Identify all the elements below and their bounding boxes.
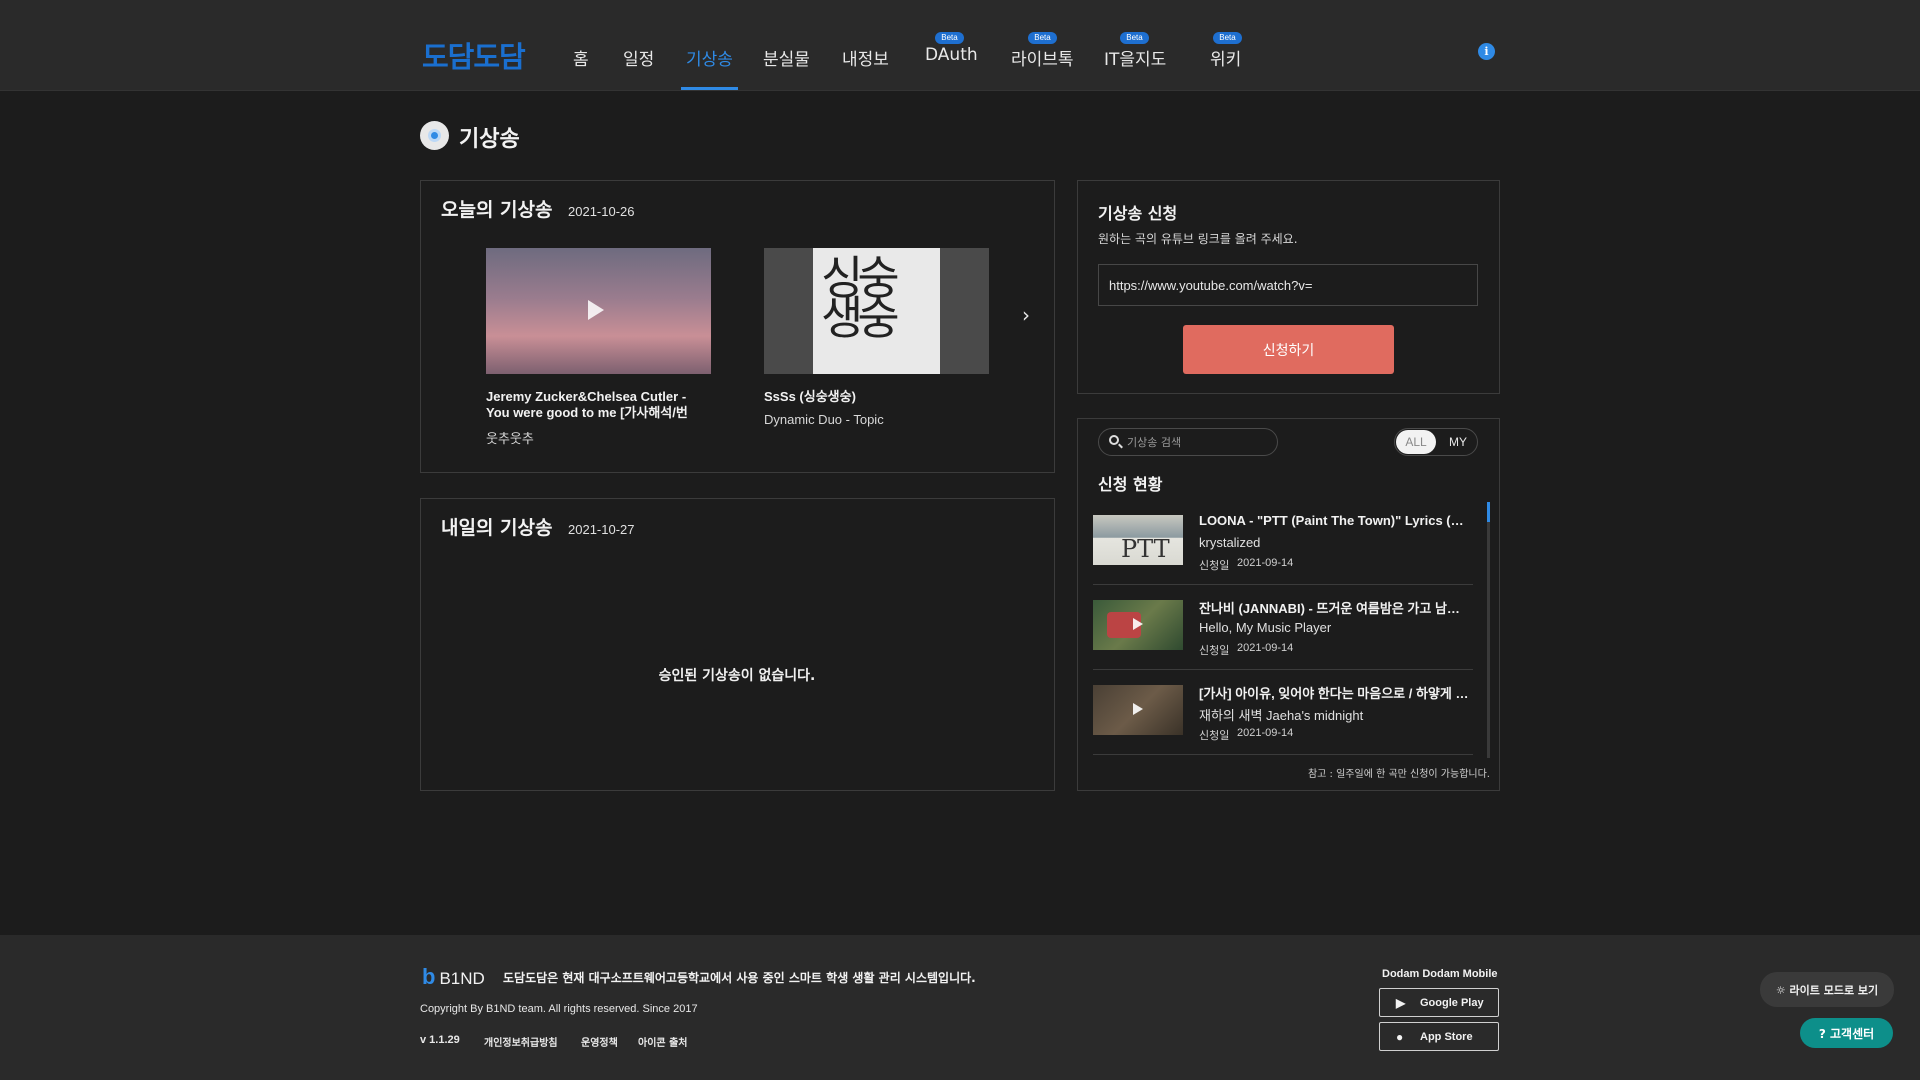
request-note: 참고 : 일주일에 한 곡만 신청이 가능합니다. [1307,769,1490,780]
item-date-label: 신청일 [1199,559,1230,572]
today-heading: 오늘의 기상송 [441,199,553,221]
logo[interactable]: 도담도담 [422,34,526,76]
play-icon [1133,703,1143,715]
beta-badge: Beta [1120,32,1149,44]
nav-live-talk[interactable]: 라이브톡 [1011,45,1074,70]
nav-dauth[interactable]: DAuth [925,45,978,65]
filter-toggle: ALL MY [1394,428,1478,456]
item-date-label: 신청일 [1199,644,1230,657]
nav-it-map[interactable]: IT을지도 [1104,45,1166,70]
item-title: [가사] 아이유, 잊어야 한다는 마음으로 / 하얗게 … [1199,686,1469,701]
operation-policy-link[interactable]: 운영정책 [581,1034,618,1049]
album-art-icon: 싱숭 생숭 [821,251,900,345]
ptt-art-icon: PTT [1121,535,1170,563]
song-title[interactable]: SsSs (싱숭생숭) [764,389,989,405]
version: v 1.1.29 [420,1034,460,1046]
list-item[interactable]: PTT LOONA - "PTT (Paint The Town)" Lyric… [1093,501,1473,585]
song-thumbnail [1093,600,1183,650]
song-thumbnail[interactable]: 싱숭 생숭 [764,248,989,374]
submit-request-button[interactable]: 신청하기 [1183,325,1394,374]
play-store-icon: ▶ [1396,996,1406,1010]
tomorrow-heading: 내일의 기상송 [441,517,553,539]
footer [0,935,1920,1080]
top-header: 도담도담 홈 일정 기상송 분실물 내정보 Beta DAuth Beta 라이… [0,0,1920,91]
info-icon[interactable]: i [1478,43,1495,60]
today-date: 2021-10-26 [568,204,635,219]
youtube-link-input[interactable] [1098,264,1478,306]
nav-my-info[interactable]: 내정보 [842,45,889,70]
tomorrow-songs-panel [420,498,1055,791]
icon-source-link[interactable]: 아이콘 출처 [638,1034,687,1049]
help-center-button[interactable]: ? 고객센터 [1800,1018,1893,1048]
beta-badge: Beta [1213,32,1242,44]
page-title: 기상송 [459,127,520,152]
apple-icon: ● [1396,1030,1404,1044]
nav-wakeup-song[interactable]: 기상송 [686,45,733,70]
song-channel: 웃추웃추 [486,431,534,446]
beta-badge: Beta [935,32,964,44]
app-store-label: App Store [1420,1031,1473,1043]
item-date: 2021-09-14 [1237,642,1294,654]
nav-wiki[interactable]: 위키 [1210,45,1241,70]
chevron-right-icon[interactable]: › [1022,303,1030,327]
empty-message: 승인된 기상송이 없습니다. [658,668,816,684]
request-title: 기상송 신청 [1098,204,1178,223]
item-date: 2021-09-14 [1237,727,1294,739]
item-date: 2021-09-14 [1237,557,1294,569]
song-title[interactable]: Jeremy Zucker&Chelsea Cutler - You were … [486,389,711,421]
song-channel: Dynamic Duo - Topic [764,412,884,427]
privacy-policy-link[interactable]: 개인정보취급방침 [484,1034,558,1049]
help-label: 고객센터 [1829,1026,1875,1041]
search-box[interactable] [1098,428,1278,456]
item-title: 잔나비 (JANNABI) - 뜨거운 여름밤은 가고 남은… [1199,601,1469,616]
scrollbar-thumb[interactable] [1487,502,1490,522]
album-cover: 싱숭 생숭 [813,248,940,374]
request-description: 원하는 곡의 유튜브 링크를 올려 주세요. [1098,232,1298,246]
song-thumbnail[interactable] [486,248,711,374]
nav-lost-found[interactable]: 분실물 [763,45,810,70]
active-nav-indicator [681,87,738,90]
play-icon [588,300,604,320]
status-title: 신청 현황 [1098,475,1163,494]
google-play-button[interactable]: ▶ Google Play [1379,988,1499,1017]
item-channel: Hello, My Music Player [1199,620,1332,635]
list-item[interactable]: [가사] 아이유, 잊어야 한다는 마음으로 / 하얗게 … 재하의 새벽 Ja… [1093,671,1473,755]
list-scrollbar[interactable] [1487,502,1490,758]
sun-icon: ☼ [1775,983,1790,997]
disc-icon [420,121,449,150]
b1nd-icon: b [422,964,436,989]
item-channel: krystalized [1199,535,1261,550]
b1nd-logo: b B1ND [422,964,485,990]
item-title: LOONA - "PTT (Paint The Town)" Lyrics (… [1199,513,1464,528]
nav-schedule[interactable]: 일정 [623,45,654,70]
song-thumbnail [1093,685,1183,735]
filter-all-button[interactable]: ALL [1396,430,1436,454]
song-thumbnail: PTT [1093,515,1183,565]
light-mode-button[interactable]: ☼ 라이트 모드로 보기 [1760,972,1894,1007]
brand-name: B1ND [439,969,485,988]
item-channel: 재하의 새벽 Jaeha's midnight [1199,708,1364,723]
beta-badge: Beta [1028,32,1057,44]
filter-my-button[interactable]: MY [1439,430,1477,454]
copyright: Copyright By B1ND team. All rights reser… [420,1003,698,1015]
google-play-label: Google Play [1420,997,1484,1009]
light-mode-label: 라이트 모드로 보기 [1789,983,1879,997]
footer-description: 도담도담은 현재 대구소프트웨어고등학교에서 사용 중인 스마트 학생 생활 관… [503,971,976,985]
nav-home[interactable]: 홈 [573,45,589,70]
item-date-label: 신청일 [1199,729,1230,742]
search-icon [1109,435,1119,445]
tomorrow-date: 2021-10-27 [568,522,635,537]
list-item[interactable]: 잔나비 (JANNABI) - 뜨거운 여름밤은 가고 남은… Hello, M… [1093,586,1473,670]
help-icon: ? [1818,1026,1830,1041]
mobile-title: Dodam Dodam Mobile [1382,968,1498,980]
song-search-input[interactable] [1127,432,1272,452]
app-store-button[interactable]: ● App Store [1379,1022,1499,1051]
play-icon [1133,618,1143,630]
